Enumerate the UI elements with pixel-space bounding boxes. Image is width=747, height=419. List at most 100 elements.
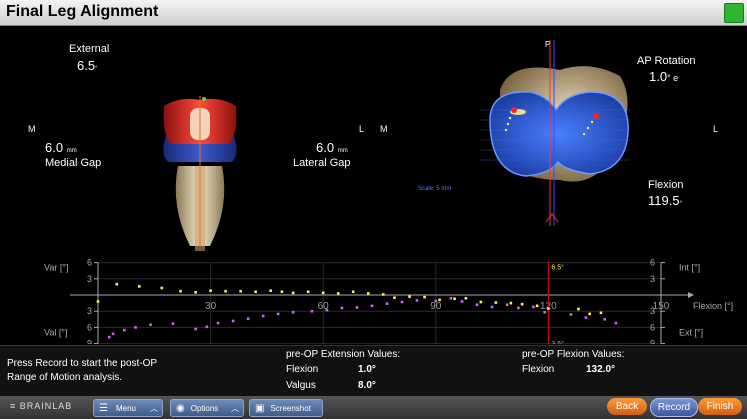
data-point-varus_valgus — [423, 295, 426, 299]
data-point-rotation — [415, 299, 419, 302]
data-point-varus_valgus — [547, 307, 550, 310]
data-point-varus_valgus — [321, 291, 325, 295]
y-tick-label-left: 6 — [87, 322, 92, 332]
data-point-varus_valgus — [351, 290, 355, 294]
data-point-varus_valgus — [306, 290, 310, 294]
finish-button[interactable]: Finish — [698, 398, 742, 415]
joint-stability-chart: 6 63 33 36 69 930 60 90 120 150Var [°]Val [°]Int … — [44, 258, 733, 344]
bottom-toolbar: ≡ BRAINLAB ☰ Menu ︿ ◉ Options ︿ ▣ Screen… — [0, 396, 747, 419]
x-tick-label: 150 — [653, 301, 670, 312]
data-point-rotation — [205, 325, 209, 329]
ext-valgus-label: Valgus — [286, 380, 316, 391]
data-point-varus_valgus — [137, 285, 141, 288]
data-point-varus_valgus — [224, 289, 227, 293]
data-point-rotation — [325, 308, 329, 312]
ap-rotation-value: 1.0° e — [649, 69, 679, 84]
ext-valgus-value: 8.0° — [358, 380, 376, 391]
current-bottom-value: 3.5° — [551, 340, 564, 344]
data-point-varus_valgus — [291, 291, 295, 295]
data-point-varus_valgus — [464, 296, 468, 300]
instructions-line1: Press Record to start the post-OP — [7, 358, 158, 369]
data-point-rotation — [370, 304, 374, 308]
ext-flexion-value: 1.0° — [358, 364, 376, 375]
y-tick-label-right: 6 — [650, 322, 655, 332]
data-point-varus_valgus — [599, 311, 603, 315]
flexion-label: Flexion — [648, 179, 684, 191]
data-point-rotation — [261, 314, 265, 318]
chevron-up-icon: ︿ — [150, 403, 158, 413]
data-point-varus_valgus — [280, 290, 284, 294]
main-view: External 6.5° M L 6.0 mm Medial Gap 6.0 … — [0, 26, 747, 344]
data-point-varus_valgus — [115, 282, 119, 286]
data-point-rotation — [355, 306, 359, 309]
back-button[interactable]: Back — [607, 398, 647, 415]
flex-flexion-value: 132.0° — [586, 364, 616, 375]
data-point-rotation — [216, 321, 220, 325]
instructions-line2: Range of Motion analysis. — [7, 372, 123, 383]
data-point-varus_valgus — [254, 290, 257, 294]
data-point-varus_valgus — [509, 301, 513, 305]
eye-icon: ◉ — [176, 402, 185, 414]
brainlab-logo-icon: ≡ — [10, 401, 17, 411]
data-point-varus_valgus — [366, 292, 370, 295]
data-point-varus_valgus — [535, 304, 539, 308]
data-point-rotation — [490, 305, 494, 309]
current-top-value: 6.5° — [551, 264, 564, 272]
data-point-varus_valgus — [194, 291, 197, 294]
ext-values-header: pre-OP Extension Values: — [286, 349, 401, 360]
data-point-varus_valgus — [494, 301, 498, 304]
screenshot-button[interactable]: ▣ Screenshot — [249, 399, 323, 417]
data-point-rotation — [400, 300, 404, 304]
data-point-rotation — [460, 300, 464, 303]
flex-values-header: pre-OP Flexion Values: — [522, 349, 625, 360]
record-button[interactable]: Record — [650, 398, 698, 417]
data-point-rotation — [532, 305, 535, 309]
menu-button[interactable]: ☰ Menu ︿ — [93, 399, 163, 417]
medial-gap-value: 6.0 mm — [45, 140, 77, 155]
status-indicator-icon — [724, 3, 744, 23]
camera-icon: ▣ — [255, 402, 265, 414]
data-point-varus_valgus — [96, 300, 100, 303]
data-point-rotation — [310, 309, 314, 313]
x-axis-label: Flexion [°] — [693, 301, 733, 311]
data-point-rotation — [543, 310, 546, 314]
data-point-rotation — [584, 316, 588, 319]
lateral-marker-right: L — [713, 124, 719, 134]
ap-rotation-label: AP Rotation — [637, 55, 696, 67]
y-tick-label-left: 3 — [87, 306, 92, 316]
data-point-rotation — [614, 321, 618, 325]
brand-logo: ≡ BRAINLAB — [10, 401, 73, 411]
left-bottom-axis-label: Val [°] — [44, 328, 67, 338]
data-point-varus_valgus — [588, 312, 591, 316]
data-point-rotation — [291, 310, 295, 314]
data-point-rotation — [449, 296, 453, 300]
data-point-varus_valgus — [160, 286, 164, 290]
y-tick-label-right: 6 — [650, 258, 655, 268]
data-point-rotation — [171, 322, 175, 325]
data-point-varus_valgus — [269, 289, 272, 292]
data-point-rotation — [107, 335, 111, 339]
data-point-rotation — [385, 302, 389, 305]
medial-marker-right: M — [380, 124, 388, 134]
data-point-rotation — [149, 323, 152, 326]
data-point-rotation — [569, 313, 573, 316]
options-button[interactable]: ◉ Options ︿ — [170, 399, 244, 417]
x-tick-label: 30 — [205, 301, 217, 312]
flex-flexion-label: Flexion — [522, 364, 555, 375]
data-point-rotation — [340, 306, 344, 310]
lateral-marker-left: L — [359, 124, 365, 134]
data-point-rotation — [434, 299, 438, 303]
data-point-varus_valgus — [393, 296, 396, 299]
right-bottom-axis-label: Ext [°] — [679, 328, 703, 338]
data-point-varus_valgus — [520, 302, 524, 306]
rotation-label: External — [69, 43, 110, 55]
data-point-rotation — [231, 319, 235, 323]
y-tick-label-left: 3 — [87, 274, 92, 284]
chevron-up-icon: ︿ — [231, 403, 239, 413]
data-point-rotation — [134, 326, 137, 329]
data-point-varus_valgus — [577, 307, 580, 311]
data-point-rotation — [276, 312, 280, 316]
y-tick-label-left: 6 — [87, 258, 92, 268]
list-icon: ☰ — [99, 402, 108, 414]
data-point-varus_valgus — [336, 292, 340, 295]
